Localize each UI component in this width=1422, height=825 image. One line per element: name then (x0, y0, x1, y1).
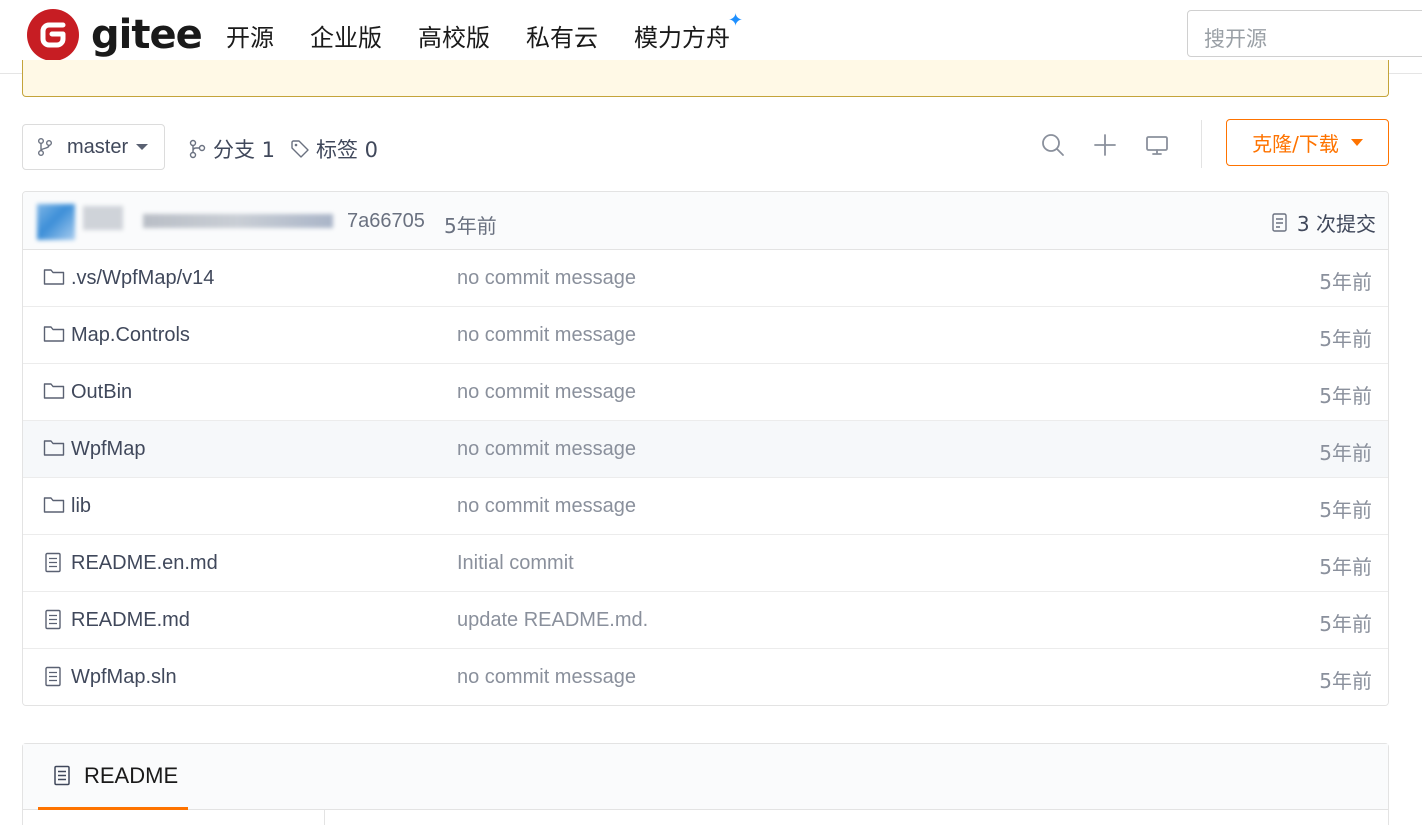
search-input[interactable]: 搜开源 (1187, 10, 1422, 57)
table-row[interactable]: WpfMap.sln no commit message 5年前 (23, 649, 1388, 705)
file-time: 5年前 (1319, 327, 1372, 351)
file-text-icon (45, 552, 61, 573)
tags-count: 标签 0 (316, 138, 379, 162)
commit-count: 3 次提交 (1296, 212, 1376, 236)
latest-commit-bar: 7a66705 5年前 3 次提交 (23, 192, 1388, 250)
file-time: 5年前 (1319, 555, 1372, 579)
file-commit-message[interactable]: no commit message (457, 666, 636, 689)
file-commit-message[interactable]: no commit message (457, 381, 636, 404)
clone-download-label: 克隆/下载 (1252, 132, 1339, 156)
table-row[interactable]: OutBin no commit message 5年前 (23, 364, 1388, 421)
file-name[interactable]: WpfMap (71, 438, 145, 461)
branches-count: 分支 1 (213, 138, 276, 162)
plus-icon[interactable] (1092, 132, 1118, 158)
nav-item-private-cloud[interactable]: 私有云 (526, 18, 598, 53)
chevron-down-icon (1350, 139, 1363, 146)
tag-icon (291, 140, 309, 158)
file-commit-message[interactable]: Initial commit (457, 552, 574, 575)
tab-readme[interactable]: README (38, 744, 188, 810)
file-name[interactable]: .vs/WpfMap/v14 (71, 267, 214, 290)
table-row[interactable]: README.en.md Initial commit 5年前 (23, 535, 1388, 592)
readme-icon (54, 765, 70, 785)
table-row[interactable]: Map.Controls no commit message 5年前 (23, 307, 1388, 364)
branch-icon (38, 138, 52, 156)
file-text-icon (45, 609, 61, 630)
file-time: 5年前 (1319, 669, 1372, 693)
branches-link[interactable]: 分支 1 (189, 134, 275, 164)
file-time: 5年前 (1319, 498, 1372, 522)
file-commit-message[interactable]: no commit message (457, 324, 636, 347)
file-time: 5年前 (1319, 384, 1372, 408)
branch-icon (189, 139, 206, 159)
file-text-icon (45, 666, 61, 687)
readme-tab-label: README (84, 762, 179, 788)
file-time: 5年前 (1319, 441, 1372, 465)
nav-item-open-source[interactable]: 开源 (226, 18, 274, 53)
file-name[interactable]: README.en.md (71, 552, 218, 575)
notice-banner (22, 60, 1389, 97)
folder-icon (43, 440, 65, 456)
folder-icon (43, 269, 65, 285)
readme-header: README (23, 744, 1388, 810)
chevron-down-icon (136, 144, 149, 150)
file-name[interactable]: lib (71, 495, 91, 518)
clone-download-button[interactable]: 克隆/下载 (1226, 119, 1389, 166)
folder-icon (43, 383, 65, 399)
gitee-logo-icon (27, 9, 79, 61)
tags-link[interactable]: 标签 0 (290, 134, 378, 164)
branch-selector[interactable]: master (22, 124, 165, 170)
nav-item-moli[interactable]: 模力方舟 (634, 18, 730, 53)
file-time: 5年前 (1319, 612, 1372, 636)
file-time: 5年前 (1319, 270, 1372, 294)
sparkle-icon: ✦ (728, 10, 744, 30)
commit-message-blurred (143, 214, 333, 228)
table-row[interactable]: lib no commit message 5年前 (23, 478, 1388, 535)
folder-icon (43, 497, 65, 513)
file-name[interactable]: README.md (71, 609, 190, 632)
table-row[interactable]: WpfMap no commit message 5年前 (23, 421, 1388, 478)
file-commit-message[interactable]: no commit message (457, 495, 636, 518)
table-row[interactable]: .vs/WpfMap/v14 no commit message 5年前 (23, 250, 1388, 307)
commit-list-icon (1272, 212, 1287, 232)
file-list: 7a66705 5年前 3 次提交 .vs/WpfMap/v14 no comm… (22, 191, 1389, 706)
author-name (83, 206, 123, 230)
avatar (37, 204, 75, 240)
search-icon[interactable] (1040, 132, 1066, 158)
toolbar-divider (1201, 120, 1202, 168)
table-row[interactable]: README.md update README.md. 5年前 (23, 592, 1388, 649)
file-commit-message[interactable]: no commit message (457, 267, 636, 290)
gitee-logo[interactable]: gitee (27, 9, 203, 61)
nav-item-education[interactable]: 高校版 (418, 18, 490, 53)
readme-column-divider (324, 810, 325, 825)
branch-name: master (67, 135, 129, 158)
file-commit-message[interactable]: update README.md. (457, 609, 648, 632)
file-name[interactable]: WpfMap.sln (71, 666, 177, 689)
commit-time: 5年前 (444, 214, 497, 238)
nav-item-enterprise[interactable]: 企业版 (310, 18, 382, 53)
readme-panel: README (22, 743, 1389, 825)
file-commit-message[interactable]: no commit message (457, 438, 636, 461)
folder-icon (43, 326, 65, 342)
brand-name: gitee (91, 12, 203, 58)
file-name[interactable]: OutBin (71, 381, 132, 404)
file-name[interactable]: Map.Controls (71, 324, 190, 347)
monitor-icon[interactable] (1144, 132, 1170, 158)
commit-hash[interactable]: 7a66705 (347, 210, 425, 233)
commit-count-link[interactable]: 3 次提交 (1271, 208, 1376, 237)
